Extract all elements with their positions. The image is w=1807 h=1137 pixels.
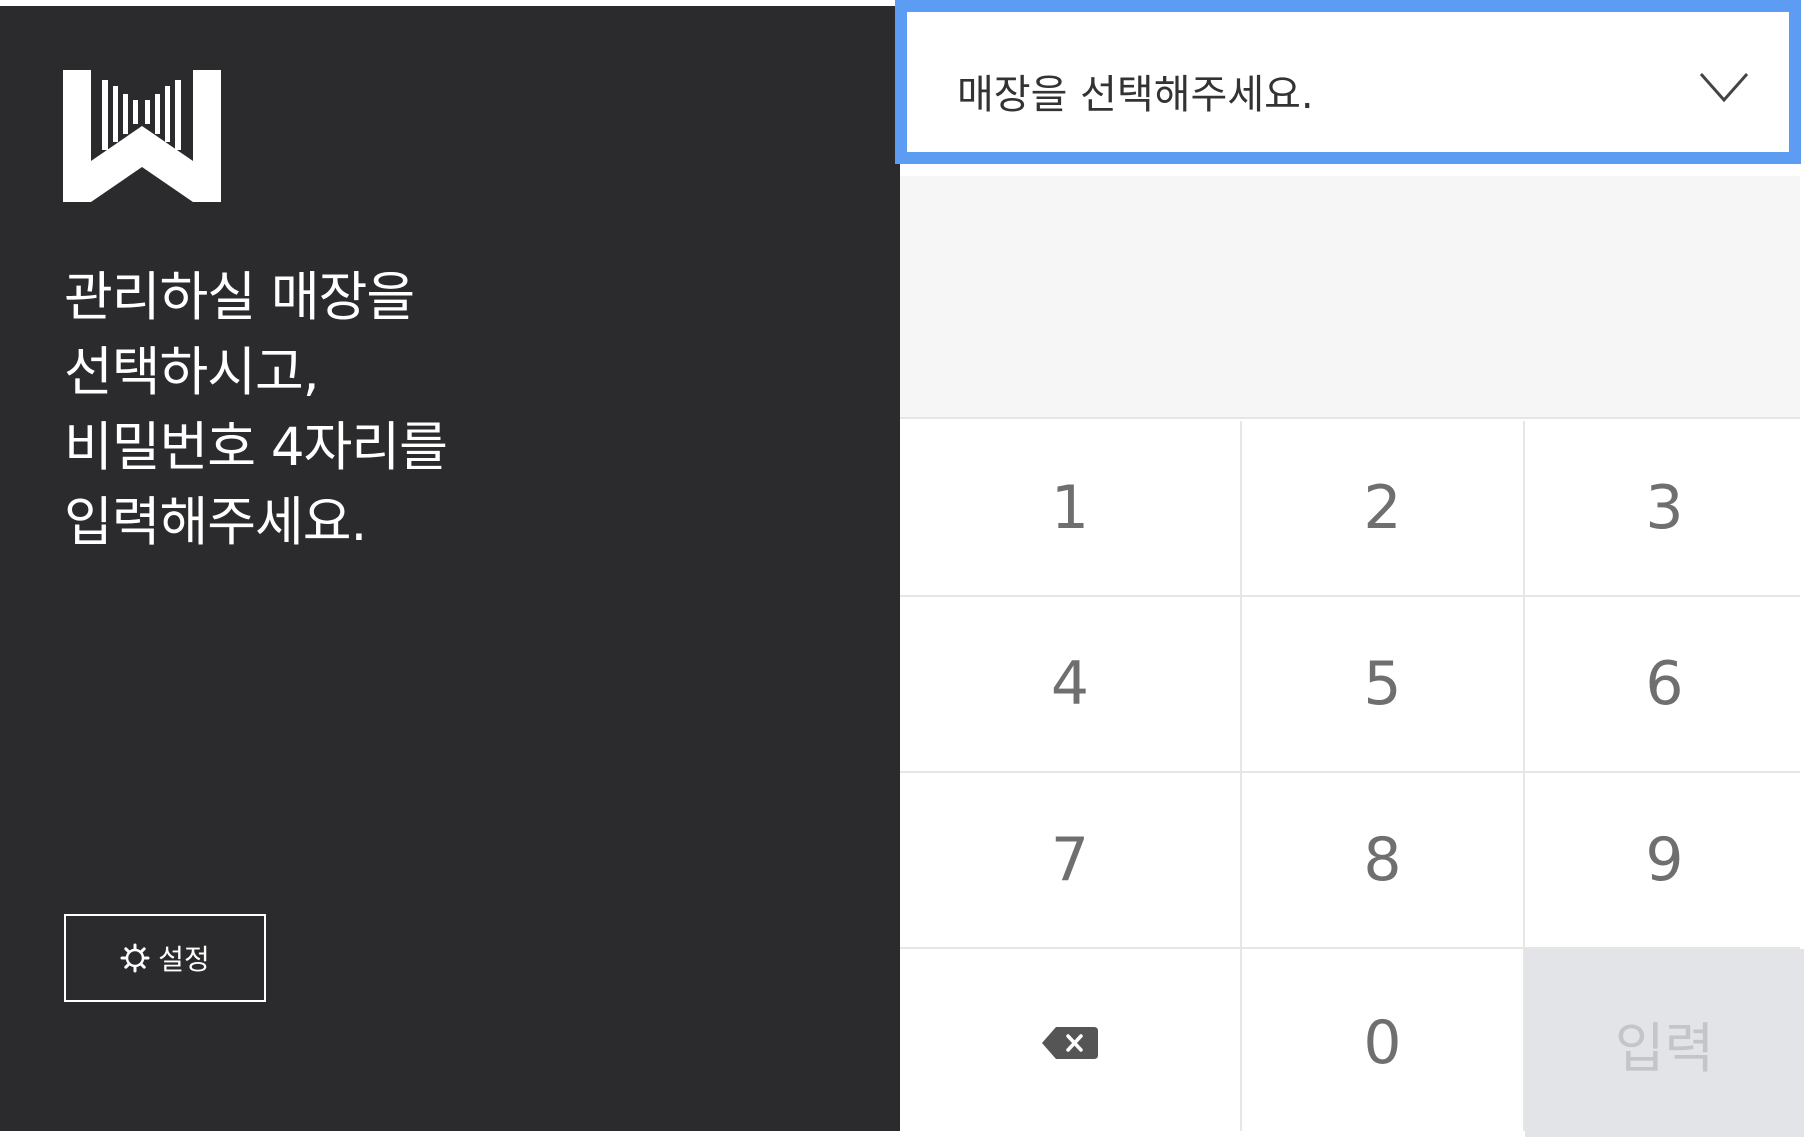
backspace-icon (1042, 1027, 1098, 1059)
store-select[interactable]: 매장을 선택해주세요. (895, 0, 1801, 164)
key-4[interactable]: 4 (900, 597, 1240, 771)
chevron-down-icon (1699, 73, 1749, 103)
key-0[interactable]: 0 (1242, 949, 1523, 1137)
instruction-line: 선택하시고, (64, 342, 320, 403)
store-select-placeholder: 매장을 선택해주세요. (957, 72, 1314, 118)
numeric-keypad: 1 2 3 4 5 6 7 8 9 0 입력 (900, 421, 1804, 1137)
key-5[interactable]: 5 (1242, 597, 1523, 771)
key-8[interactable]: 8 (1242, 773, 1523, 947)
instruction-line: 비밀번호 4자리를 (64, 417, 448, 478)
gear-icon (120, 943, 150, 973)
pin-display (900, 176, 1800, 419)
key-1[interactable]: 1 (900, 421, 1240, 595)
key-9[interactable]: 9 (1525, 773, 1804, 947)
settings-button[interactable]: 설정 (64, 914, 266, 1002)
enter-button[interactable]: 입력 (1525, 949, 1804, 1137)
key-6[interactable]: 6 (1525, 597, 1804, 771)
key-7[interactable]: 7 (900, 773, 1240, 947)
login-panel: 매장을 선택해주세요. 1 2 3 4 5 6 7 8 9 0 입력 (895, 0, 1807, 1137)
instruction-text: 관리하실 매장을 선택하시고, 비밀번호 4자리를 입력해주세요. (64, 260, 448, 560)
intro-panel: 관리하실 매장을 선택하시고, 비밀번호 4자리를 입력해주세요. 설정 (0, 6, 900, 1131)
key-2[interactable]: 2 (1242, 421, 1523, 595)
instruction-line: 입력해주세요. (64, 492, 367, 553)
instruction-line: 관리하실 매장을 (64, 267, 415, 328)
settings-label: 설정 (158, 943, 210, 976)
key-3[interactable]: 3 (1525, 421, 1804, 595)
backspace-button[interactable] (900, 949, 1240, 1137)
logo-icon (63, 70, 221, 202)
